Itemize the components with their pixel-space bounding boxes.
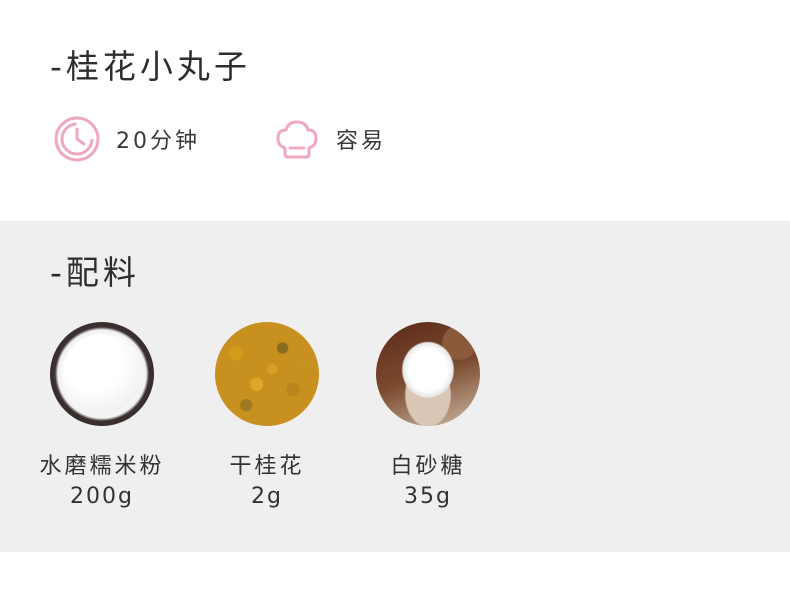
- dried-osmanthus-photo: [215, 322, 319, 426]
- rice-flour-photo: [50, 322, 154, 426]
- ingredient-name: 白砂糖: [390, 454, 466, 479]
- recipe-title: -桂花小丸子: [50, 47, 251, 86]
- ingredient-amount: 200g: [70, 484, 134, 510]
- cook-time: 20分钟: [52, 114, 200, 164]
- ingredients-title: -配料: [50, 253, 140, 292]
- difficulty: 容易: [272, 114, 386, 164]
- difficulty-value: 容易: [336, 129, 387, 154]
- ingredient-amount: 35g: [404, 484, 452, 510]
- ingredient-item: 水磨糯米粉 200g: [32, 322, 172, 511]
- ingredient-name: 干桂花: [229, 454, 305, 479]
- ingredients-section: -配料 水磨糯米粉 200g 干桂花 2g 白砂糖 35g: [0, 221, 790, 552]
- ingredient-item: 白砂糖 35g: [358, 322, 498, 511]
- ingredient-amount: 2g: [251, 484, 283, 510]
- clock-icon: [52, 114, 102, 164]
- ingredient-name: 水磨糯米粉: [39, 454, 165, 479]
- chef-hat-icon: [272, 114, 322, 164]
- white-sugar-photo: [376, 322, 480, 426]
- ingredient-item: 干桂花 2g: [197, 322, 337, 511]
- cook-time-value: 20分钟: [116, 129, 200, 154]
